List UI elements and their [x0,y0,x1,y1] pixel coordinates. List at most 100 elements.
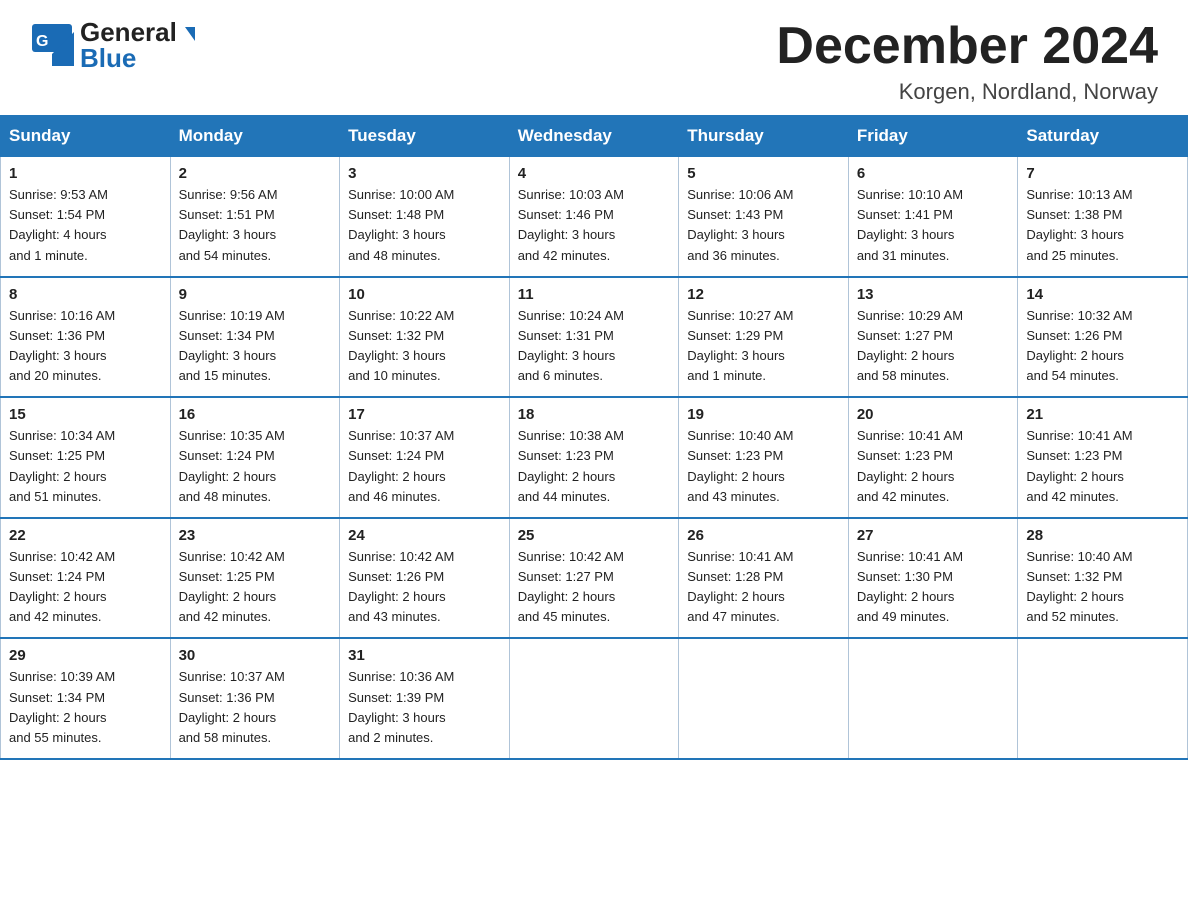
week-row-0: 1 Sunrise: 9:53 AMSunset: 1:54 PMDaylight… [1,157,1188,277]
calendar-cell: 25Sunrise: 10:42 AMSunset: 1:27 PMDaylig… [509,518,679,639]
calendar-cell: 4 Sunrise: 10:03 AMSunset: 1:46 PMDayligh… [509,157,679,277]
week-row-4: 29 Sunrise: 10:39 AMSunset: 1:34 PMDaylig… [1,638,1188,759]
page-header: G General Blue December 2024 Korgen, Nor… [0,0,1188,115]
svg-text:G: G [36,33,48,50]
calendar-cell: 10Sunrise: 10:22 AMSunset: 1:32 PMDaylig… [340,277,510,398]
weekday-header-thursday: Thursday [679,116,849,157]
calendar-cell: 22 Sunrise: 10:42 AMSunset: 1:24 PMDaylig… [1,518,171,639]
calendar-cell: 27Sunrise: 10:41 AMSunset: 1:30 PMDaylig… [848,518,1018,639]
calendar-cell: 7 Sunrise: 10:13 AMSunset: 1:38 PMDayligh… [1018,157,1188,277]
day-info: Sunrise: 10:35 AMSunset: 1:24 PMDaylight… [179,426,332,507]
week-row-3: 22 Sunrise: 10:42 AMSunset: 1:24 PMDaylig… [1,518,1188,639]
calendar-cell: 5 Sunrise: 10:06 AMSunset: 1:43 PMDayligh… [679,157,849,277]
calendar-cell [679,638,849,759]
day-info: Sunrise: 10:36 AMSunset: 1:39 PMDaylight… [348,667,501,748]
calendar-cell: 30 Sunrise: 10:37 AMSunset: 1:36 PMDaylig… [170,638,340,759]
calendar-cell: 9 Sunrise: 10:19 AMSunset: 1:34 PMDayligh… [170,277,340,398]
calendar-cell: 21 Sunrise: 10:41 AMSunset: 1:23 PMDaylig… [1018,397,1188,518]
day-number: 21 [1026,406,1179,423]
day-info: Sunrise: 10:37 AMSunset: 1:36 PMDaylight… [179,667,332,748]
day-info: Sunrise: 10:19 AMSunset: 1:34 PMDaylight… [179,306,332,387]
calendar-cell: 29 Sunrise: 10:39 AMSunset: 1:34 PMDaylig… [1,638,171,759]
calendar-cell: 2Sunrise: 9:56 AMSunset: 1:51 PMDaylight… [170,157,340,277]
day-number: 23 [179,527,332,544]
week-row-1: 8Sunrise: 10:16 AMSunset: 1:36 PMDayligh… [1,277,1188,398]
day-number: 5 [687,165,840,182]
calendar-cell: 28 Sunrise: 10:40 AMSunset: 1:32 PMDaylig… [1018,518,1188,639]
day-number: 20 [857,406,1010,423]
calendar-cell [1018,638,1188,759]
logo-blue: Blue [80,45,195,71]
day-info: Sunrise: 10:13 AMSunset: 1:38 PMDaylight… [1026,185,1179,266]
day-info: Sunrise: 10:42 AMSunset: 1:24 PMDaylight… [9,547,162,628]
day-info: Sunrise: 10:34 AMSunset: 1:25 PMDaylight… [9,426,162,507]
weekday-header-sunday: Sunday [1,116,171,157]
day-number: 31 [348,647,501,664]
day-number: 1 [9,165,162,182]
day-info: Sunrise: 10:00 AMSunset: 1:48 PMDaylight… [348,185,501,266]
day-info: Sunrise: 10:03 AMSunset: 1:46 PMDaylight… [518,185,671,266]
calendar-cell: 16Sunrise: 10:35 AMSunset: 1:24 PMDaylig… [170,397,340,518]
day-info: Sunrise: 9:53 AMSunset: 1:54 PMDaylight:… [9,185,162,266]
day-number: 24 [348,527,501,544]
day-number: 13 [857,286,1010,303]
day-number: 28 [1026,527,1179,544]
calendar-cell: 1 Sunrise: 9:53 AMSunset: 1:54 PMDaylight… [1,157,171,277]
calendar-cell: 23 Sunrise: 10:42 AMSunset: 1:25 PMDaylig… [170,518,340,639]
day-number: 12 [687,286,840,303]
day-info: Sunrise: 10:16 AMSunset: 1:36 PMDaylight… [9,306,162,387]
day-info: Sunrise: 10:39 AMSunset: 1:34 PMDaylight… [9,667,162,748]
day-number: 19 [687,406,840,423]
day-number: 10 [348,286,501,303]
day-info: Sunrise: 10:41 AMSunset: 1:23 PMDaylight… [1026,426,1179,507]
day-info: Sunrise: 10:27 AMSunset: 1:29 PMDaylight… [687,306,840,387]
day-number: 7 [1026,165,1179,182]
weekday-header-row: SundayMondayTuesdayWednesdayThursdayFrid… [1,116,1188,157]
day-info: Sunrise: 10:24 AMSunset: 1:31 PMDaylight… [518,306,671,387]
month-title: December 2024 [776,18,1158,75]
day-info: Sunrise: 10:40 AMSunset: 1:32 PMDaylight… [1026,547,1179,628]
calendar-cell: 24 Sunrise: 10:42 AMSunset: 1:26 PMDaylig… [340,518,510,639]
calendar-cell: 19 Sunrise: 10:40 AMSunset: 1:23 PMDaylig… [679,397,849,518]
day-number: 22 [9,527,162,544]
calendar-cell: 26Sunrise: 10:41 AMSunset: 1:28 PMDaylig… [679,518,849,639]
calendar-cell: 13 Sunrise: 10:29 AMSunset: 1:27 PMDaylig… [848,277,1018,398]
logo: G General Blue [30,18,195,71]
weekday-header-wednesday: Wednesday [509,116,679,157]
calendar-cell: 31 Sunrise: 10:36 AMSunset: 1:39 PMDaylig… [340,638,510,759]
day-number: 15 [9,406,162,423]
day-number: 30 [179,647,332,664]
weekday-header-monday: Monday [170,116,340,157]
day-info: Sunrise: 10:42 AMSunset: 1:27 PMDaylight… [518,547,671,628]
weekday-header-tuesday: Tuesday [340,116,510,157]
day-number: 17 [348,406,501,423]
day-info: Sunrise: 10:06 AMSunset: 1:43 PMDaylight… [687,185,840,266]
calendar-cell: 15 Sunrise: 10:34 AMSunset: 1:25 PMDaylig… [1,397,171,518]
calendar-cell [509,638,679,759]
calendar-cell: 6Sunrise: 10:10 AMSunset: 1:41 PMDayligh… [848,157,1018,277]
day-info: Sunrise: 10:41 AMSunset: 1:28 PMDaylight… [687,547,840,628]
day-info: Sunrise: 10:41 AMSunset: 1:23 PMDaylight… [857,426,1010,507]
day-info: Sunrise: 10:42 AMSunset: 1:26 PMDaylight… [348,547,501,628]
day-number: 4 [518,165,671,182]
day-number: 9 [179,286,332,303]
calendar-cell: 18 Sunrise: 10:38 AMSunset: 1:23 PMDaylig… [509,397,679,518]
day-info: Sunrise: 10:29 AMSunset: 1:27 PMDaylight… [857,306,1010,387]
location: Korgen, Nordland, Norway [776,79,1158,105]
logo-triangle-icon [185,27,195,41]
day-info: Sunrise: 10:38 AMSunset: 1:23 PMDaylight… [518,426,671,507]
day-info: Sunrise: 10:10 AMSunset: 1:41 PMDaylight… [857,185,1010,266]
title-area: December 2024 Korgen, Nordland, Norway [776,18,1158,105]
day-info: Sunrise: 10:40 AMSunset: 1:23 PMDaylight… [687,426,840,507]
day-info: Sunrise: 10:37 AMSunset: 1:24 PMDaylight… [348,426,501,507]
day-number: 11 [518,286,671,303]
calendar-cell: 20 Sunrise: 10:41 AMSunset: 1:23 PMDaylig… [848,397,1018,518]
day-number: 18 [518,406,671,423]
day-info: Sunrise: 10:41 AMSunset: 1:30 PMDaylight… [857,547,1010,628]
calendar-cell: 3 Sunrise: 10:00 AMSunset: 1:48 PMDayligh… [340,157,510,277]
day-number: 29 [9,647,162,664]
day-number: 14 [1026,286,1179,303]
day-number: 3 [348,165,501,182]
day-info: Sunrise: 10:42 AMSunset: 1:25 PMDaylight… [179,547,332,628]
weekday-header-friday: Friday [848,116,1018,157]
